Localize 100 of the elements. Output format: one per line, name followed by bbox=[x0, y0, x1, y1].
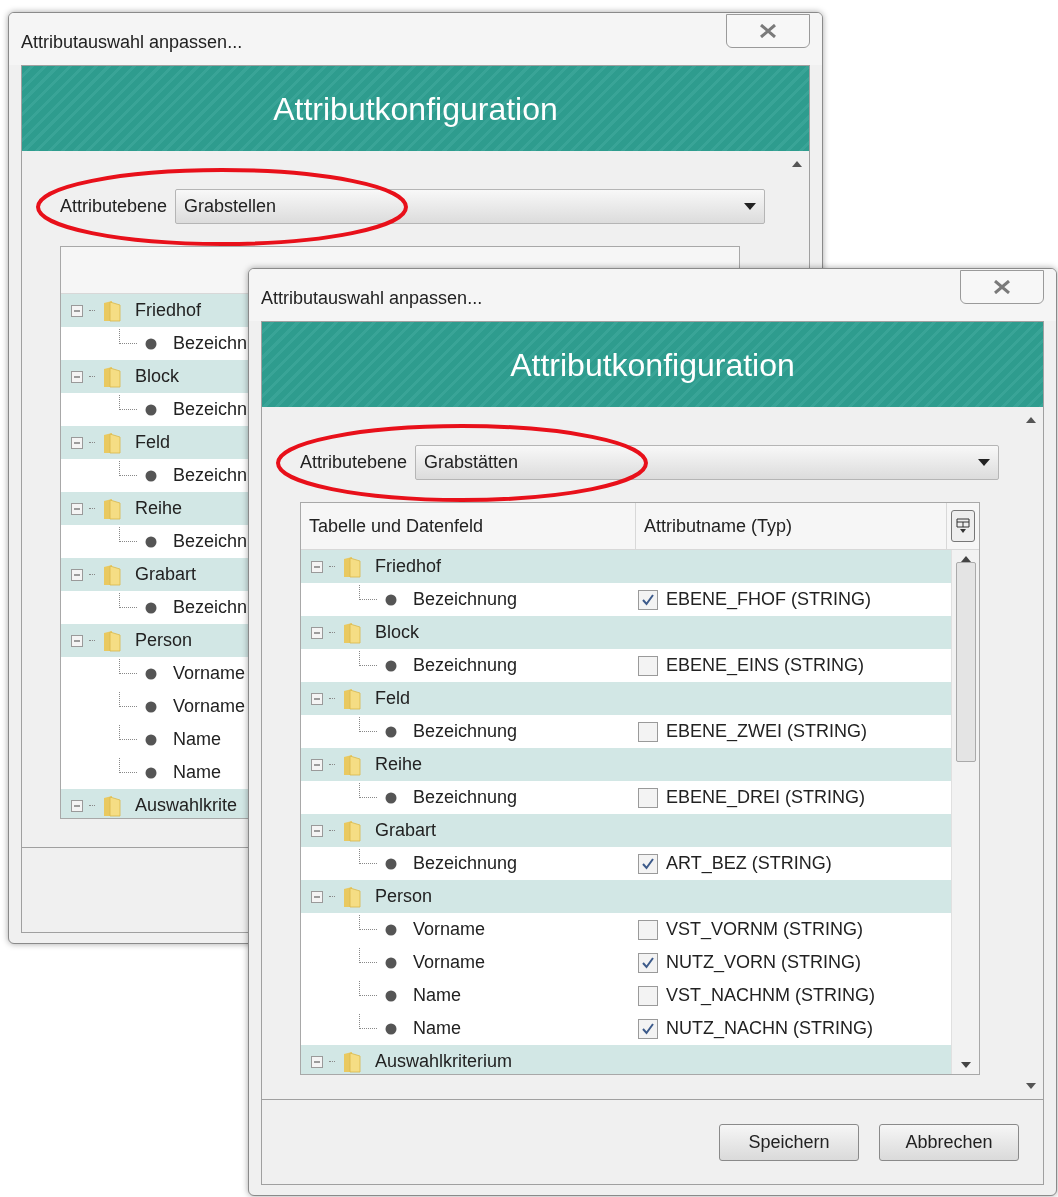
field-label: Bezeichn bbox=[173, 332, 248, 355]
level-dropdown[interactable]: Grabstellen bbox=[175, 189, 765, 224]
collapse-icon[interactable] bbox=[311, 890, 323, 903]
tree-group-row[interactable]: Feld bbox=[301, 682, 951, 715]
field-dot-icon bbox=[145, 469, 157, 482]
field-label: Bezeichnung bbox=[413, 786, 518, 809]
tree-group-label: Person bbox=[375, 885, 433, 908]
tree-group-row[interactable]: Grabart bbox=[301, 814, 951, 847]
field-dot-icon bbox=[145, 337, 157, 350]
collapse-icon[interactable] bbox=[71, 436, 83, 449]
attribute-checkbox[interactable] bbox=[638, 952, 658, 973]
field-label: Bezeichnung bbox=[413, 852, 518, 875]
folder-icon bbox=[101, 562, 123, 587]
tree-group-row[interactable]: Friedhof bbox=[301, 550, 951, 583]
field-label: Bezeichn bbox=[173, 398, 248, 421]
attribute-checkbox[interactable] bbox=[638, 655, 658, 676]
close-button[interactable] bbox=[726, 14, 810, 48]
collapse-icon[interactable] bbox=[71, 370, 83, 383]
checkmark-icon bbox=[641, 1021, 655, 1036]
field-dot-icon bbox=[145, 667, 157, 680]
field-dot-icon bbox=[385, 659, 397, 672]
field-dot-icon bbox=[385, 791, 397, 804]
folder-icon bbox=[101, 298, 123, 323]
tree-group-row[interactable]: Reihe bbox=[301, 748, 951, 781]
attribute-name: EBENE_FHOF (STRING) bbox=[666, 588, 871, 612]
field-label: Bezeichn bbox=[173, 530, 248, 553]
attribute-checkbox[interactable] bbox=[638, 853, 658, 874]
scroll-up-icon bbox=[792, 161, 802, 167]
collapse-icon[interactable] bbox=[311, 1055, 323, 1068]
column-chooser-icon bbox=[956, 518, 970, 534]
field-label: Name bbox=[173, 761, 221, 784]
tree-group-row[interactable]: Auswahlkriterium bbox=[301, 1045, 951, 1074]
collapse-icon[interactable] bbox=[71, 799, 83, 812]
collapse-icon[interactable] bbox=[71, 304, 83, 317]
field-dot-icon bbox=[385, 593, 397, 606]
tree-group-label: Grabart bbox=[135, 563, 197, 586]
folder-icon bbox=[101, 628, 123, 653]
attribute-checkbox[interactable] bbox=[638, 919, 658, 940]
dialog-button[interactable]: Abbrechen bbox=[879, 1123, 1019, 1161]
collapse-icon[interactable] bbox=[311, 692, 323, 705]
collapse-icon[interactable] bbox=[311, 560, 323, 573]
scroll-thumb[interactable] bbox=[955, 562, 976, 762]
checkmark-icon bbox=[641, 955, 655, 970]
field-label: Vorname bbox=[413, 918, 486, 941]
field-dot-icon bbox=[385, 956, 397, 969]
field-label: Bezeichn bbox=[173, 464, 248, 487]
column-header[interactable]: Attributname (Typ) bbox=[636, 503, 947, 549]
tree-group-label: Auswahlkrite bbox=[135, 794, 238, 817]
tree-group-label: Feld bbox=[375, 687, 410, 710]
checkmark-icon bbox=[641, 856, 655, 871]
column-chooser-button[interactable] bbox=[951, 510, 975, 542]
dropdown-arrow-icon bbox=[978, 459, 990, 466]
field-label: Vorname bbox=[413, 951, 486, 974]
attribute-checkbox[interactable] bbox=[638, 721, 658, 742]
collapse-icon[interactable] bbox=[311, 758, 323, 771]
attribute-name: VST_VORNM (STRING) bbox=[666, 918, 863, 942]
window-title: Attributauswahl anpassen... bbox=[21, 31, 243, 54]
field-label: Name bbox=[413, 984, 461, 1007]
tree-group-label: Grabart bbox=[375, 819, 437, 842]
folder-icon bbox=[101, 364, 123, 389]
close-icon bbox=[993, 280, 1011, 294]
attribute-checkbox[interactable] bbox=[638, 1018, 658, 1039]
field-dot-icon bbox=[145, 403, 157, 416]
field-dot-icon bbox=[385, 857, 397, 870]
field-label: Bezeichn bbox=[173, 596, 248, 619]
field-label: Bezeichnung bbox=[413, 720, 518, 743]
field-dot-icon bbox=[145, 535, 157, 548]
collapse-icon[interactable] bbox=[71, 568, 83, 581]
folder-icon bbox=[101, 430, 123, 455]
collapse-icon[interactable] bbox=[71, 502, 83, 515]
folder-icon bbox=[341, 554, 363, 579]
collapse-icon[interactable] bbox=[311, 824, 323, 837]
collapse-icon[interactable] bbox=[71, 634, 83, 647]
field-dot-icon bbox=[385, 989, 397, 1002]
tree-group-label: Block bbox=[375, 621, 419, 644]
column-header[interactable]: Tabelle und Datenfeld bbox=[301, 503, 636, 549]
tree-group-row[interactable]: Person bbox=[301, 880, 951, 913]
field-label: Bezeichnung bbox=[413, 654, 518, 677]
dialog-button[interactable]: Speichern bbox=[719, 1123, 859, 1161]
attribute-name: EBENE_ZWEI (STRING) bbox=[666, 720, 867, 744]
collapse-icon[interactable] bbox=[311, 626, 323, 639]
folder-icon bbox=[101, 496, 123, 521]
tree-scrollbar[interactable] bbox=[951, 550, 979, 1074]
level-label: Attributebene bbox=[300, 451, 408, 474]
attribute-checkbox[interactable] bbox=[638, 589, 658, 610]
level-dropdown[interactable]: Grabstätten bbox=[415, 445, 999, 480]
attribute-checkbox[interactable] bbox=[638, 787, 658, 808]
attribute-name: ART_BEZ (STRING) bbox=[666, 852, 832, 876]
tree-group-label: Reihe bbox=[135, 497, 183, 520]
tree-group-row[interactable]: Block bbox=[301, 616, 951, 649]
attribute-checkbox[interactable] bbox=[638, 985, 658, 1006]
close-button[interactable] bbox=[960, 270, 1044, 304]
folder-icon bbox=[341, 686, 363, 711]
tree-group-label: Feld bbox=[135, 431, 170, 454]
tree-group-label: Friedhof bbox=[135, 299, 202, 322]
dropdown-arrow-icon bbox=[744, 203, 756, 210]
folder-icon bbox=[101, 793, 123, 818]
field-dot-icon bbox=[145, 700, 157, 713]
folder-icon bbox=[341, 752, 363, 777]
window-title: Attributauswahl anpassen... bbox=[261, 287, 483, 310]
